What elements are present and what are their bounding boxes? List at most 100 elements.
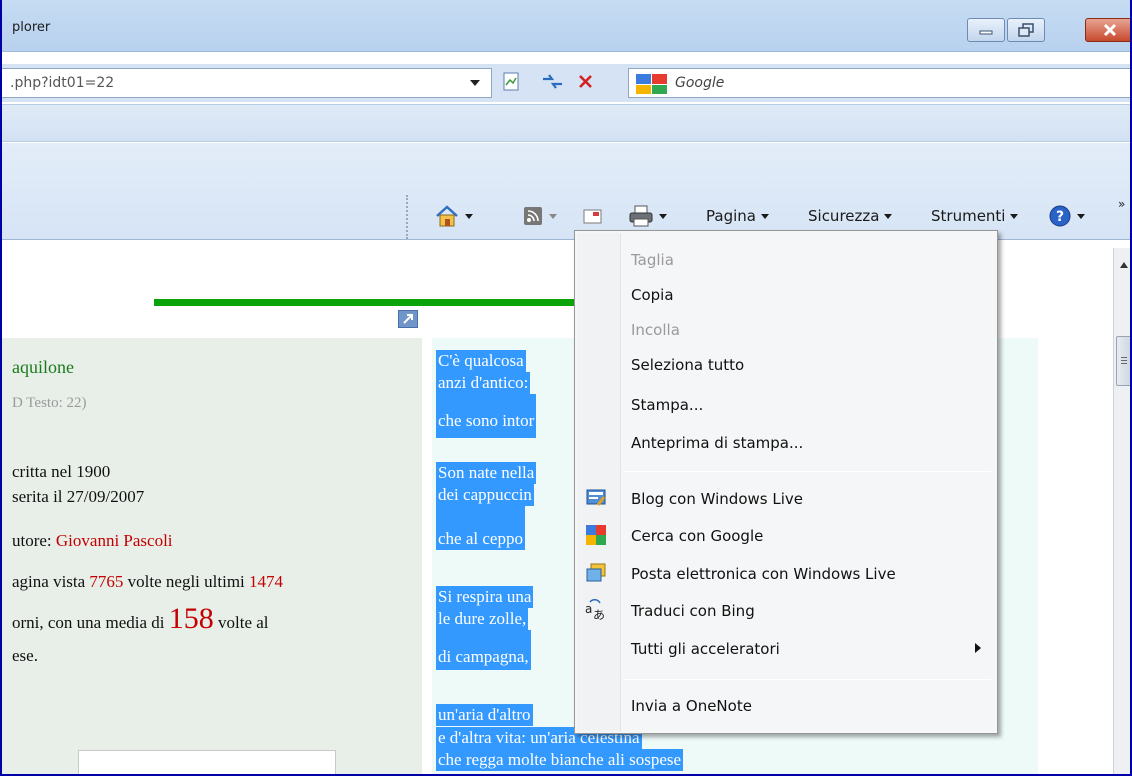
- search-input[interactable]: Google: [628, 68, 1130, 98]
- average-prefix: orni, con una media di: [12, 613, 169, 632]
- views-count: 7765: [89, 572, 124, 591]
- chevron-down-icon: [1010, 213, 1019, 219]
- restore-button[interactable]: [1007, 18, 1045, 42]
- menu-item-all-accelerators[interactable]: Tutti gli acceleratori: [631, 634, 780, 664]
- author-label: utore:: [12, 531, 56, 550]
- help-icon: ?: [1049, 205, 1071, 227]
- poem-title[interactable]: aquilone: [12, 357, 74, 378]
- chevron-down-icon[interactable]: [470, 80, 480, 88]
- poem-line: un'aria d'altro: [436, 704, 533, 726]
- menu-item-mail-windows-live[interactable]: Posta elettronica con Windows Live: [631, 559, 896, 589]
- address-input[interactable]: .php?idt01=22: [2, 68, 492, 98]
- poem-line: che al ceppo: [436, 506, 525, 550]
- help-button[interactable]: ?: [1048, 203, 1085, 229]
- browser-window: plorer .php?idt01=22 Google Pagina Sicur…: [0, 0, 1132, 776]
- poem-line: C'è qualcosa: [436, 350, 526, 372]
- divider-line: [154, 299, 584, 306]
- average-suffix: volte al: [213, 613, 269, 632]
- chevron-down-icon[interactable]: [549, 213, 557, 219]
- title-bar: plorer: [2, 0, 1130, 52]
- windows-live-mail-icon: [586, 563, 606, 582]
- page-menu-label: Pagina: [706, 207, 756, 225]
- bing-translate-icon: a あ: [585, 599, 605, 621]
- submenu-arrow-icon: [975, 643, 981, 653]
- address-bar-row: .php?idt01=22 Google: [2, 64, 1130, 102]
- views-prefix: agina vista: [12, 572, 90, 591]
- menu-separator: [623, 679, 991, 680]
- home-button[interactable]: [434, 203, 473, 229]
- read-mail-button[interactable]: [582, 203, 604, 229]
- tools-menu-button[interactable]: Strumenti: [931, 203, 1019, 229]
- stop-icon: [579, 75, 592, 88]
- scroll-up-arrow-icon[interactable]: [1120, 262, 1128, 268]
- poem-line: di campagna,: [436, 630, 531, 670]
- minimize-icon: [979, 30, 993, 35]
- compatibility-view-button[interactable]: [500, 70, 528, 96]
- chevron-down-icon[interactable]: [465, 213, 473, 219]
- tools-menu-label: Strumenti: [931, 207, 1006, 225]
- page-menu-button[interactable]: Pagina: [706, 203, 769, 229]
- poem-line-text: che sono intor: [438, 411, 535, 430]
- window-title: plorer: [12, 20, 51, 35]
- poem-line: anzi d'antico:: [436, 372, 531, 394]
- menu-item-send-onenote[interactable]: Invia a OneNote: [631, 691, 752, 721]
- home-icon: [436, 205, 458, 227]
- safety-menu-button[interactable]: Sicurezza: [808, 203, 893, 229]
- chevron-down-icon: [760, 213, 769, 219]
- menu-item-print[interactable]: Stampa...: [631, 390, 703, 420]
- views-line: agina vista 7765 volte negli ultimi 1474: [12, 572, 283, 592]
- average-value: 158: [168, 602, 214, 635]
- search-placeholder: Google: [675, 75, 725, 91]
- poem-line: le dure zolle,: [436, 608, 529, 630]
- context-menu: Taglia Copia Incolla Seleziona tutto Sta…: [574, 230, 998, 734]
- text-id: D Testo: 22): [12, 395, 87, 411]
- poem-line: dei cappuccin: [436, 484, 534, 506]
- svg-text:a: a: [585, 602, 592, 616]
- restore-icon: [1018, 23, 1034, 37]
- close-icon: [1103, 23, 1116, 37]
- menu-item-select-all[interactable]: Seleziona tutto: [631, 350, 744, 380]
- rss-feed-icon: [524, 207, 542, 225]
- inserted-date: serita il 27/09/2007: [12, 487, 145, 506]
- comment-input[interactable]: [78, 750, 336, 774]
- views-mid: volte negli ultimi: [123, 572, 250, 591]
- menu-item-cut[interactable]: Taglia: [631, 245, 674, 275]
- feeds-button[interactable]: [522, 203, 557, 229]
- google-search-icon: [586, 525, 606, 545]
- chevron-down-icon: [1077, 213, 1085, 219]
- chevron-down-icon: [884, 213, 893, 219]
- close-button[interactable]: [1085, 18, 1130, 42]
- print-button[interactable]: [628, 203, 667, 229]
- expand-icon[interactable]: [398, 310, 418, 328]
- refresh-button[interactable]: [540, 70, 568, 96]
- menu-icon-gutter: [577, 233, 621, 731]
- refresh-icon: [543, 74, 562, 89]
- toolbar-overflow-chevron[interactable]: »: [1118, 197, 1125, 211]
- poem-line: che sono intor: [436, 394, 537, 438]
- average-line: orni, con una media di 158 volte al: [12, 602, 269, 636]
- average-month: ese.: [12, 646, 38, 665]
- toolbar-grip[interactable]: [406, 195, 410, 239]
- menu-item-paste[interactable]: Incolla: [631, 315, 680, 345]
- poem-line-text: che al ceppo: [438, 529, 523, 548]
- written-year: critta nel 1900: [12, 462, 111, 481]
- scroll-thumb[interactable]: [1116, 336, 1130, 386]
- safety-menu-label: Sicurezza: [808, 207, 880, 225]
- windows-live-blog-icon: [586, 489, 606, 506]
- menu-item-copy[interactable]: Copia: [631, 280, 674, 310]
- compatibility-view-icon: [503, 72, 519, 91]
- grip-icon: [1121, 357, 1127, 364]
- stop-button[interactable]: [574, 70, 602, 96]
- author-link[interactable]: Giovanni Pascoli: [56, 531, 173, 550]
- menu-item-search-google[interactable]: Cerca con Google: [631, 521, 763, 551]
- poem-line: Si respira una: [436, 586, 534, 608]
- chevron-down-icon[interactable]: [659, 213, 667, 219]
- poem-line: Son nate nella: [436, 462, 537, 484]
- vertical-scrollbar[interactable]: [1113, 248, 1130, 774]
- mail-icon: [583, 209, 602, 224]
- menu-item-blog-windows-live[interactable]: Blog con Windows Live: [631, 484, 803, 514]
- minimize-button[interactable]: [967, 18, 1005, 42]
- menu-item-translate-bing[interactable]: Traduci con Bing: [631, 596, 755, 626]
- menu-item-print-preview[interactable]: Anteprima di stampa...: [631, 428, 803, 458]
- poem-line-text: di campagna,: [438, 647, 529, 666]
